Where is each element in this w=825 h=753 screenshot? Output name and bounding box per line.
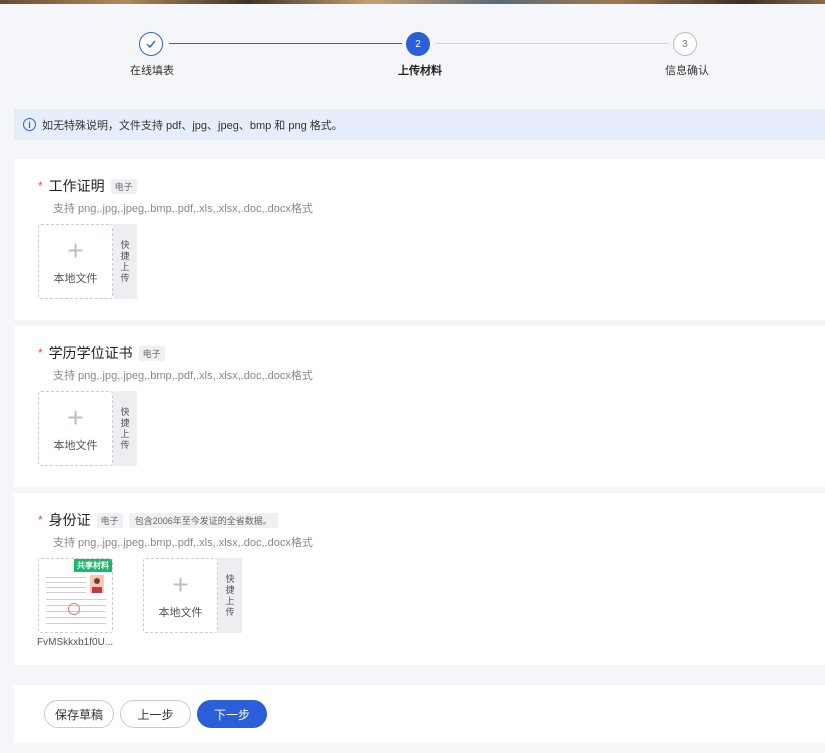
upload-label: 本地文件 xyxy=(158,606,203,619)
action-bar: 保存草稿 上一步 下一步 xyxy=(14,685,825,743)
electronic-tag: 电子 xyxy=(138,345,165,361)
section-title: 工作证明 xyxy=(48,178,105,194)
upload-label: 本地文件 xyxy=(53,439,98,452)
local-file-upload-button[interactable]: + 本地文件 xyxy=(143,558,218,633)
step-3-circle: 3 xyxy=(673,32,697,56)
supported-formats: 支持 png,.jpg,.jpeg,.bmp,.pdf,.xls,.xlsx,.… xyxy=(53,370,313,382)
document-preview-image xyxy=(46,573,106,625)
step-1-label: 在线填表 xyxy=(130,65,174,77)
quick-upload-button[interactable]: 快捷上传 xyxy=(113,224,137,299)
info-icon: i xyxy=(23,118,36,131)
progress-steps: 在线填表 2 上传材料 3 信息确认 xyxy=(0,30,825,80)
required-mark: * xyxy=(38,513,43,527)
data-coverage-tag: 包含2006年至今发证的全省数据。 xyxy=(128,512,278,528)
supported-formats: 支持 png,.jpg,.jpeg,.bmp,.pdf,.xls,.xlsx,.… xyxy=(53,203,313,215)
section-title-row: * 工作证明 电子 xyxy=(38,176,137,196)
step-connector-todo xyxy=(436,43,668,44)
electronic-tag: 电子 xyxy=(110,178,137,194)
uploaded-file-thumbnail[interactable]: 共享材料 xyxy=(38,558,113,633)
header-image-strip xyxy=(0,0,825,4)
section-title: 身份证 xyxy=(48,512,91,528)
save-draft-button[interactable]: 保存草稿 xyxy=(44,700,114,728)
quick-upload-button[interactable]: 快捷上传 xyxy=(218,558,242,633)
local-file-upload-button[interactable]: + 本地文件 xyxy=(38,391,113,466)
notice-text: 如无特殊说明，文件支持 pdf、jpg、jpeg、bmp 和 png 格式。 xyxy=(42,119,343,132)
plus-icon: + xyxy=(172,568,189,600)
section-title: 学历学位证书 xyxy=(48,345,133,361)
format-notice: i 如无特殊说明，文件支持 pdf、jpg、jpeg、bmp 和 png 格式。 xyxy=(14,109,825,140)
section-work-proof: * 工作证明 电子 支持 png,.jpg,.jpeg,.bmp,.pdf,.x… xyxy=(14,159,825,320)
local-file-upload-button[interactable]: + 本地文件 xyxy=(38,224,113,299)
previous-step-button[interactable]: 上一步 xyxy=(120,700,191,728)
upload-label: 本地文件 xyxy=(53,272,98,285)
required-mark: * xyxy=(38,179,43,193)
step-3-label: 信息确认 xyxy=(665,65,709,77)
step-2-label: 上传材料 xyxy=(398,65,442,77)
step-2-circle: 2 xyxy=(406,32,430,56)
section-title-row: * 身份证 电子 包含2006年至今发证的全省数据。 xyxy=(38,510,278,530)
electronic-tag: 电子 xyxy=(96,512,123,528)
step-1-circle xyxy=(139,32,163,56)
next-step-button[interactable]: 下一步 xyxy=(197,700,267,728)
plus-icon: + xyxy=(67,234,84,266)
required-mark: * xyxy=(38,346,43,360)
supported-formats: 支持 png,.jpg,.jpeg,.bmp,.pdf,.xls,.xlsx,.… xyxy=(53,537,313,549)
quick-upload-button[interactable]: 快捷上传 xyxy=(113,391,137,466)
plus-icon: + xyxy=(67,401,84,433)
uploaded-file-name: FvMSkkxb1f0U... xyxy=(37,637,114,648)
section-id-card: * 身份证 电子 包含2006年至今发证的全省数据。 支持 png,.jpg,.… xyxy=(14,493,825,665)
section-title-row: * 学历学位证书 电子 xyxy=(38,343,165,363)
check-icon xyxy=(146,40,156,49)
section-diploma: * 学历学位证书 电子 支持 png,.jpg,.jpeg,.bmp,.pdf,… xyxy=(14,326,825,487)
step-connector-done xyxy=(169,43,402,44)
shared-material-badge: 共享材料 xyxy=(74,559,112,572)
